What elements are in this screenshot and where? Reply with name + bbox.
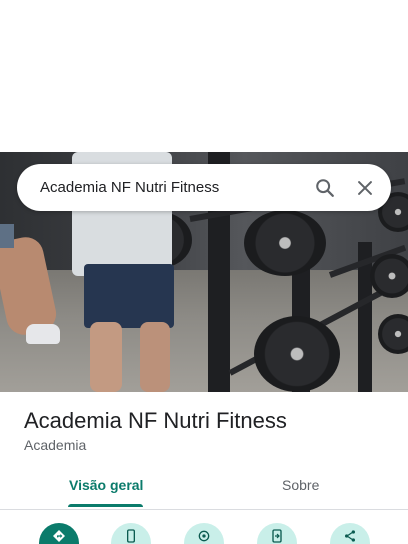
share-button[interactable] — [330, 523, 370, 544]
map-blank-area — [0, 0, 408, 152]
phone-icon — [127, 529, 135, 543]
tab-about[interactable]: Sobre — [282, 477, 319, 493]
weight-plate — [370, 254, 408, 298]
search-bar[interactable]: Academia NF Nutri Fitness — [17, 164, 391, 211]
person-shorts-left — [0, 224, 14, 248]
photo-floor — [0, 270, 408, 392]
send-to-phone-button[interactable] — [257, 523, 297, 544]
directions-button[interactable] — [39, 523, 79, 544]
weight-plate — [254, 316, 340, 392]
person-leg — [140, 322, 170, 392]
directions-icon — [53, 530, 65, 542]
location-button[interactable] — [184, 523, 224, 544]
search-icon[interactable] — [305, 168, 345, 208]
place-title: Academia NF Nutri Fitness — [24, 408, 287, 433]
action-buttons-row — [0, 510, 408, 544]
tab-bar: Visão geral Sobre — [0, 466, 408, 510]
close-icon[interactable] — [345, 168, 385, 208]
person-leg — [90, 322, 122, 392]
call-button[interactable] — [111, 523, 151, 544]
share-icon — [345, 530, 355, 542]
send-to-phone-icon — [272, 529, 282, 543]
place-category[interactable]: Academia — [24, 437, 86, 453]
tab-selected-indicator — [68, 504, 143, 507]
person-shorts — [84, 264, 174, 328]
weight-plate — [244, 210, 326, 276]
search-input[interactable]: Academia NF Nutri Fitness — [40, 179, 305, 196]
location-icon — [198, 530, 210, 542]
tab-overview[interactable]: Visão geral — [69, 477, 143, 493]
person-shoe — [26, 324, 60, 344]
